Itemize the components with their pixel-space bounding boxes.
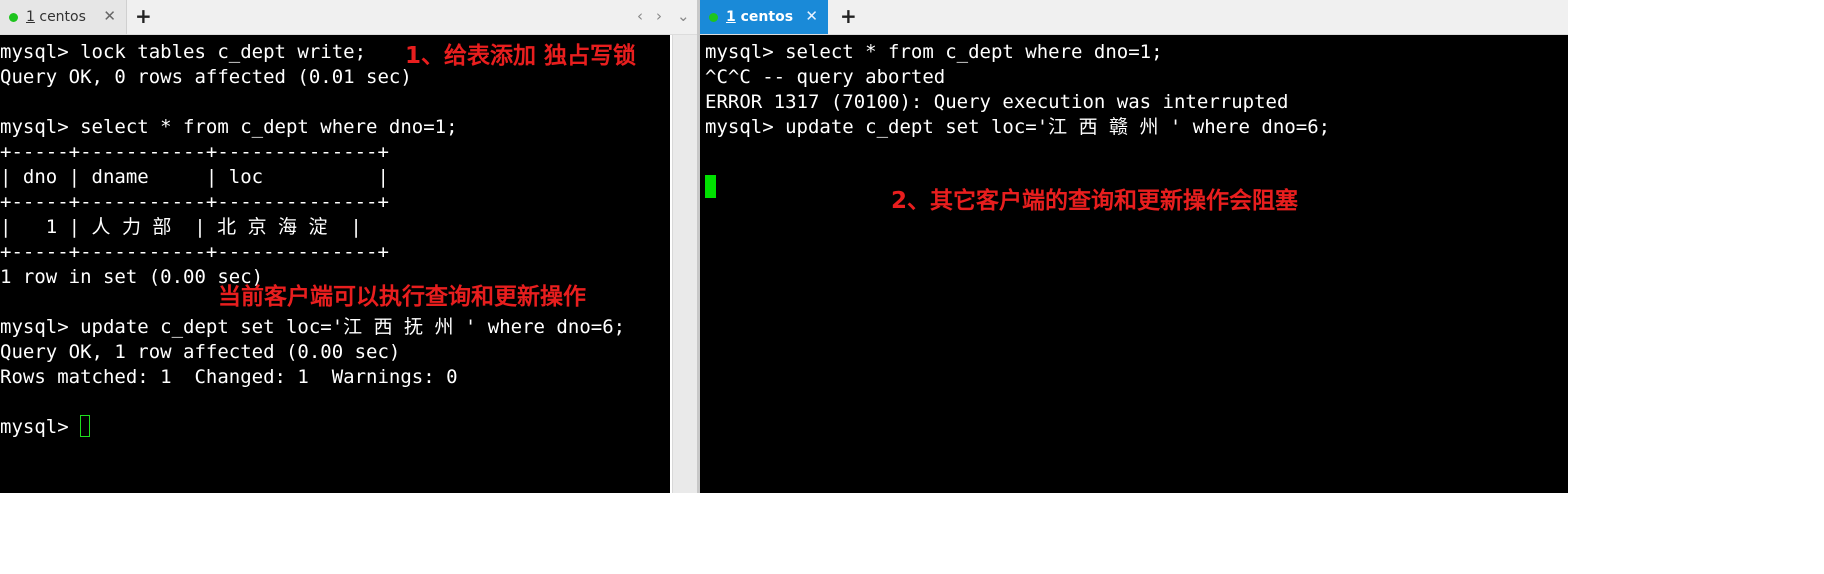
terminal-line: mysql> update c_dept set loc='江 西 赣 州 ' … xyxy=(705,116,1331,138)
prompt-text: mysql> xyxy=(0,416,81,438)
terminal-line: mysql> select * from c_dept where dno=1; xyxy=(705,41,1163,63)
terminal-line: +-----+-----------+--------------+ xyxy=(0,141,389,163)
left-tab-bar: 1 centos ✕ + ‹ › ⌄ xyxy=(0,0,697,35)
chevron-left-icon[interactable]: ‹ xyxy=(637,7,643,25)
connection-status-icon xyxy=(9,12,18,22)
add-tab-button[interactable]: + xyxy=(135,5,152,27)
terminal-line: mysql> select * from c_dept where dno=1; xyxy=(0,116,458,138)
close-tab-icon[interactable]: ✕ xyxy=(103,8,116,24)
terminal-line: | 1 | 人 力 部 | 北 京 海 淀 | xyxy=(0,216,362,238)
close-tab-icon[interactable]: ✕ xyxy=(805,8,818,24)
chevron-down-icon[interactable]: ⌄ xyxy=(677,7,690,25)
terminal-line: Rows matched: 1 Changed: 1 Warnings: 0 xyxy=(0,366,458,388)
tab-label: 1 centos xyxy=(26,9,86,25)
terminal-line: mysql> update c_dept set loc='江 西 抚 州 ' … xyxy=(0,316,626,338)
tab-label: 1 centos xyxy=(726,9,794,25)
terminal-line: ^C^C -- query aborted xyxy=(705,66,946,88)
block-cursor xyxy=(705,175,716,198)
client-annotation: 当前客户端可以执行查询和更新操作 xyxy=(218,284,586,310)
right-tab-bar: 1 centos ✕ + xyxy=(700,0,1568,35)
terminal-line: +-----+-----------+--------------+ xyxy=(0,241,389,263)
terminal-line: Query OK, 1 row affected (0.00 sec) xyxy=(0,341,401,363)
chevron-right-icon[interactable]: › xyxy=(656,7,662,25)
right-terminal-pane: 1 centos ✕ + mysql> select * from c_dept… xyxy=(700,0,1568,493)
left-terminal-pane: 1 centos ✕ + ‹ › ⌄ mysql> lock tables c_… xyxy=(0,0,698,493)
blocked-annotation: 2、其它客户端的查询和更新操作会阻塞 xyxy=(891,188,1299,214)
terminal-line: +-----+-----------+--------------+ xyxy=(0,191,389,213)
tab-centos-right[interactable]: 1 centos ✕ xyxy=(700,0,828,34)
text-cursor xyxy=(80,415,91,437)
lock-annotation: 1、给表添加 独占写锁 xyxy=(405,43,637,69)
connection-status-icon xyxy=(709,12,718,22)
right-terminal-output[interactable]: mysql> select * from c_dept where dno=1;… xyxy=(700,35,1568,493)
add-tab-button[interactable]: + xyxy=(840,5,857,27)
terminal-line: ERROR 1317 (70100): Query execution was … xyxy=(705,91,1289,113)
terminal-line: | dno | dname | loc | xyxy=(0,166,389,188)
left-terminal-output[interactable]: mysql> lock tables c_dept write; Query O… xyxy=(0,35,670,493)
terminal-prompt-line: mysql> xyxy=(0,415,625,440)
tab-centos-left[interactable]: 1 centos ✕ xyxy=(0,0,127,34)
left-scrollbar[interactable] xyxy=(672,35,698,493)
